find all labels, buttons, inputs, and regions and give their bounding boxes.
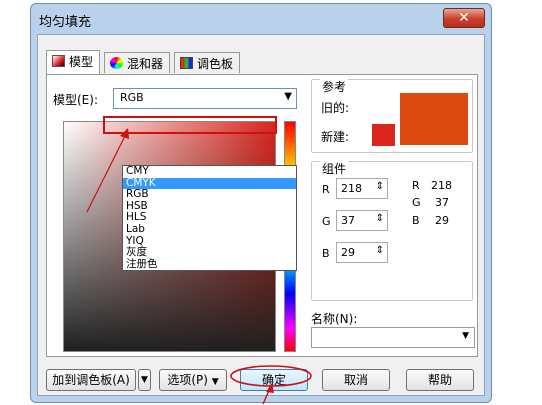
readout-g-label: G xyxy=(412,196,421,209)
add-to-palette-label: 加到调色板(A) xyxy=(52,373,130,387)
reference-title: 参考 xyxy=(320,78,349,95)
old-color-label: 旧的: xyxy=(321,101,350,115)
spinner-icon[interactable]: ⇕ xyxy=(376,213,384,224)
new-color-label: 新建: xyxy=(321,130,350,144)
r-value: 218 xyxy=(341,182,362,195)
uniform-fill-dialog: 均匀填充 ✕ 模型 混和器 调色板 模型(E): RGB ▼ CMY CMYK … xyxy=(30,3,492,403)
r-input[interactable]: 218 ⇕ xyxy=(336,178,388,199)
g-label: G xyxy=(322,215,331,228)
g-input[interactable]: 37 ⇕ xyxy=(336,210,388,231)
readout-r-label: R xyxy=(412,179,420,192)
ok-button[interactable]: 确定 xyxy=(240,369,308,391)
readout-g-value: 37 xyxy=(435,196,449,209)
name-dropdown[interactable]: ▼ xyxy=(311,327,475,348)
spinner-icon[interactable]: ⇕ xyxy=(376,181,384,192)
model-option-rgb[interactable]: RGB xyxy=(123,189,296,201)
close-button[interactable]: ✕ xyxy=(443,8,485,28)
readout-b-label: B xyxy=(412,214,420,227)
ok-label: 确定 xyxy=(261,373,286,387)
tab-palette-label: 调色板 xyxy=(197,57,234,71)
window-title: 均匀填充 xyxy=(39,15,92,30)
chevron-down-icon: ▼ xyxy=(211,377,219,387)
model-icon xyxy=(52,55,65,67)
dialog-client: 模型 混和器 调色板 模型(E): RGB ▼ CMY CMYK RGB HSB xyxy=(37,34,485,396)
model-option-lab[interactable]: Lab xyxy=(123,223,296,236)
g-value: 37 xyxy=(341,214,355,227)
help-button[interactable]: 帮助 xyxy=(406,369,474,391)
readout-b-value: 29 xyxy=(435,214,449,227)
options-button[interactable]: 选项(P) ▼ xyxy=(159,369,227,391)
tab-model[interactable]: 模型 xyxy=(46,50,101,74)
name-label: 名称(N): xyxy=(311,312,358,326)
r-label: R xyxy=(322,183,330,196)
model-option-cmy[interactable]: CMY xyxy=(123,165,296,178)
title-bar[interactable]: 均匀填充 ✕ xyxy=(31,4,491,34)
chevron-down-icon: ▼ xyxy=(284,91,292,102)
model-dropdown-value: RGB xyxy=(120,91,144,104)
model-dropdown[interactable]: RGB ▼ xyxy=(113,88,297,109)
tab-model-label: 模型 xyxy=(69,55,94,69)
tab-mixer-label: 混和器 xyxy=(127,57,164,71)
mixer-icon xyxy=(110,57,123,69)
reference-group: 参考 旧的: 新建: xyxy=(311,78,473,153)
model-option-yiq[interactable]: YIQ xyxy=(123,235,296,248)
old-color-swatch xyxy=(400,93,468,145)
help-label: 帮助 xyxy=(427,373,452,387)
add-to-palette-button[interactable]: 加到调色板(A) xyxy=(46,369,136,391)
close-icon: ✕ xyxy=(458,10,470,26)
tab-palette[interactable]: 调色板 xyxy=(174,52,241,73)
model-label: 模型(E): xyxy=(53,93,98,107)
spinner-icon[interactable]: ⇕ xyxy=(376,245,384,256)
components-title: 组件 xyxy=(320,160,349,177)
cancel-label: 取消 xyxy=(343,373,368,387)
model-option-grayscale[interactable]: 灰度 xyxy=(123,247,296,259)
tab-mixer[interactable]: 混和器 xyxy=(104,52,171,73)
add-to-palette-menu-button[interactable]: ▼ xyxy=(138,369,151,391)
model-option-registration[interactable]: 注册色 xyxy=(123,258,296,271)
new-color-swatch xyxy=(372,124,395,146)
readout-r-value: 218 xyxy=(431,179,452,192)
model-option-cmyk[interactable]: CMYK xyxy=(123,177,296,190)
palette-icon xyxy=(180,57,193,69)
cancel-button[interactable]: 取消 xyxy=(322,369,390,391)
b-label: B xyxy=(322,247,330,260)
components-group: 组件 R 218 ⇕ G 37 ⇕ B 29 ⇕ R 218 G 37 B 29 xyxy=(311,160,473,301)
model-option-hsb[interactable]: HSB xyxy=(123,200,296,213)
model-panel: 模型(E): RGB ▼ CMY CMYK RGB HSB HLS Lab YI… xyxy=(46,74,478,357)
b-value: 29 xyxy=(341,246,355,259)
options-label: 选项(P) xyxy=(167,373,208,387)
chevron-down-icon: ▼ xyxy=(141,375,148,385)
model-option-hls[interactable]: HLS xyxy=(123,212,296,224)
b-input[interactable]: 29 ⇕ xyxy=(336,242,388,263)
chevron-down-icon: ▼ xyxy=(462,331,469,341)
model-dropdown-list: CMY CMYK RGB HSB HLS Lab YIQ 灰度 注册色 xyxy=(122,165,297,271)
